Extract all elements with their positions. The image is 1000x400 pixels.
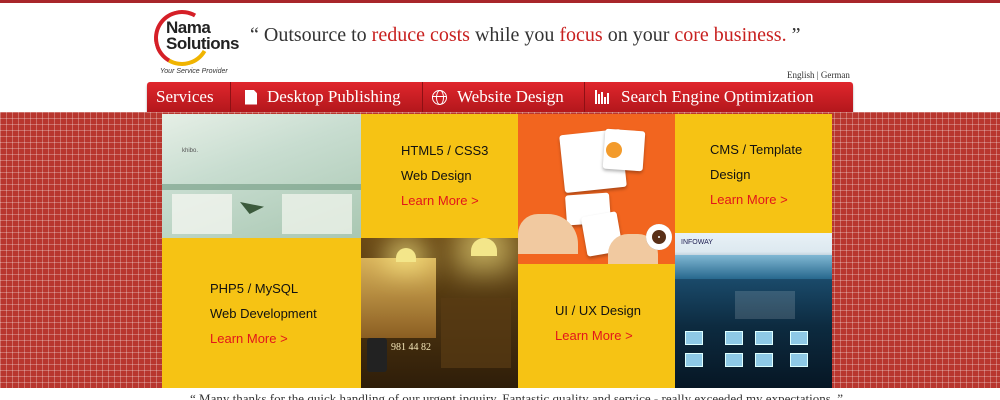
thumbnail — [790, 331, 808, 345]
learn-more-link[interactable]: Learn More > — [401, 188, 488, 213]
logo-tagline: Your Service Provider — [160, 68, 228, 75]
tile-content: HTML5 / CSS3 Web Design Learn More > — [401, 138, 488, 213]
room-scene — [361, 258, 436, 338]
portfolio-image-ui-mockup[interactable] — [518, 114, 675, 264]
tile-title: PHP5 / MySQL — [210, 281, 299, 296]
phone-icon — [367, 338, 387, 372]
bar-chart-icon — [595, 90, 611, 104]
logo-wordmark: Nama Solutions — [166, 19, 239, 53]
thumb-phone-number: 981 44 82 — [391, 342, 431, 353]
tagline-part3: on your — [602, 24, 675, 46]
nav-item-seo[interactable]: Search Engine Optimization — [585, 82, 853, 112]
thumb-panel — [172, 194, 232, 234]
globe-icon — [432, 89, 447, 105]
testimonial-strip: “ Many thanks for the quick handling of … — [0, 388, 1000, 400]
portfolio-image-restaurant-site[interactable]: 981 44 82 — [361, 238, 518, 388]
lamp-icon — [396, 248, 416, 262]
thumb-logo-text: khibo. — [182, 148, 199, 154]
tile-content: CMS / Template Design Learn More > — [710, 137, 802, 212]
bird-icon — [240, 202, 264, 214]
thumbnail — [755, 353, 773, 367]
nav-label: Services — [156, 87, 214, 106]
nav-item-desktop-publishing[interactable]: Desktop Publishing — [231, 82, 423, 112]
nav-item-website-design[interactable]: Website Design — [423, 82, 585, 112]
thumb-logo-text: INFOWAY — [681, 239, 713, 246]
tagline-highlight-focus: focus — [559, 24, 603, 46]
quote-open: “ — [250, 24, 259, 46]
thumbnail — [725, 331, 743, 345]
learn-more-link[interactable]: Learn More > — [555, 323, 641, 348]
learn-more-link[interactable]: Learn More > — [210, 326, 317, 351]
quote-close: ” — [786, 24, 801, 46]
water-scene — [675, 255, 832, 279]
thumbnail — [685, 353, 703, 367]
nav-label: Desktop Publishing — [267, 87, 401, 106]
logo-line2: Solutions — [166, 34, 239, 53]
portfolio-image-ocean-site[interactable]: INFOWAY — [675, 233, 832, 388]
content-panel — [735, 291, 795, 319]
lamp-icon — [471, 238, 497, 256]
thumb-strip — [162, 184, 361, 190]
learn-more-link[interactable]: Learn More > — [710, 187, 802, 212]
lang-english-link[interactable]: English — [787, 70, 815, 80]
portfolio-image-nature-site[interactable]: khibo. — [162, 114, 361, 238]
tagline-highlight-costs: reduce costs — [371, 24, 470, 46]
content-panel — [441, 298, 511, 368]
nav-label: Search Engine Optimization — [621, 87, 814, 106]
tile-cms-template: CMS / Template Design Learn More > — [675, 114, 832, 233]
tile-ui-ux: UI / UX Design Learn More > — [518, 264, 675, 388]
tile-title: UI / UX Design — [555, 303, 641, 318]
tile-content: PHP5 / MySQL Web Development Learn More … — [210, 276, 317, 351]
header-tagline: “ Outsource to reduce costs while you fo… — [250, 24, 800, 47]
ui-dot — [606, 142, 622, 158]
top-accent-bar — [0, 0, 1000, 3]
main-nav: Services Desktop Publishing Website Desi… — [147, 82, 853, 112]
thumbnail — [685, 331, 703, 345]
tile-subtitle: Web Development — [210, 306, 317, 321]
tagline-highlight-core: core business. — [674, 24, 787, 46]
tagline-part2: while you — [469, 24, 560, 46]
thumb-panel — [282, 194, 352, 234]
document-icon — [245, 89, 257, 105]
thumbnail — [755, 331, 773, 345]
tagline-part1: Outsource to — [258, 24, 372, 46]
tile-html5-css3: HTML5 / CSS3 Web Design Learn More > — [361, 114, 518, 238]
language-switcher: English | German — [787, 70, 850, 80]
nav-label: Website Design — [457, 87, 564, 106]
tile-php-mysql: PHP5 / MySQL Web Development Learn More … — [162, 238, 361, 388]
coffee-cup-icon — [646, 224, 672, 250]
tile-title: CMS / Template — [710, 142, 803, 157]
tile-subtitle: Design — [710, 167, 751, 182]
tile-subtitle: Web Design — [401, 168, 472, 183]
testimonial-text: “ Many thanks for the quick handling of … — [190, 391, 844, 400]
company-logo[interactable]: Nama Solutions Your Service Provider — [147, 3, 239, 78]
lang-german-link[interactable]: German — [821, 70, 850, 80]
thumbnail — [790, 353, 808, 367]
nav-item-services[interactable]: Services — [147, 82, 231, 112]
tile-content: UI / UX Design Learn More > — [555, 298, 641, 348]
tile-title: HTML5 / CSS3 — [401, 143, 489, 158]
thumbnail — [725, 353, 743, 367]
